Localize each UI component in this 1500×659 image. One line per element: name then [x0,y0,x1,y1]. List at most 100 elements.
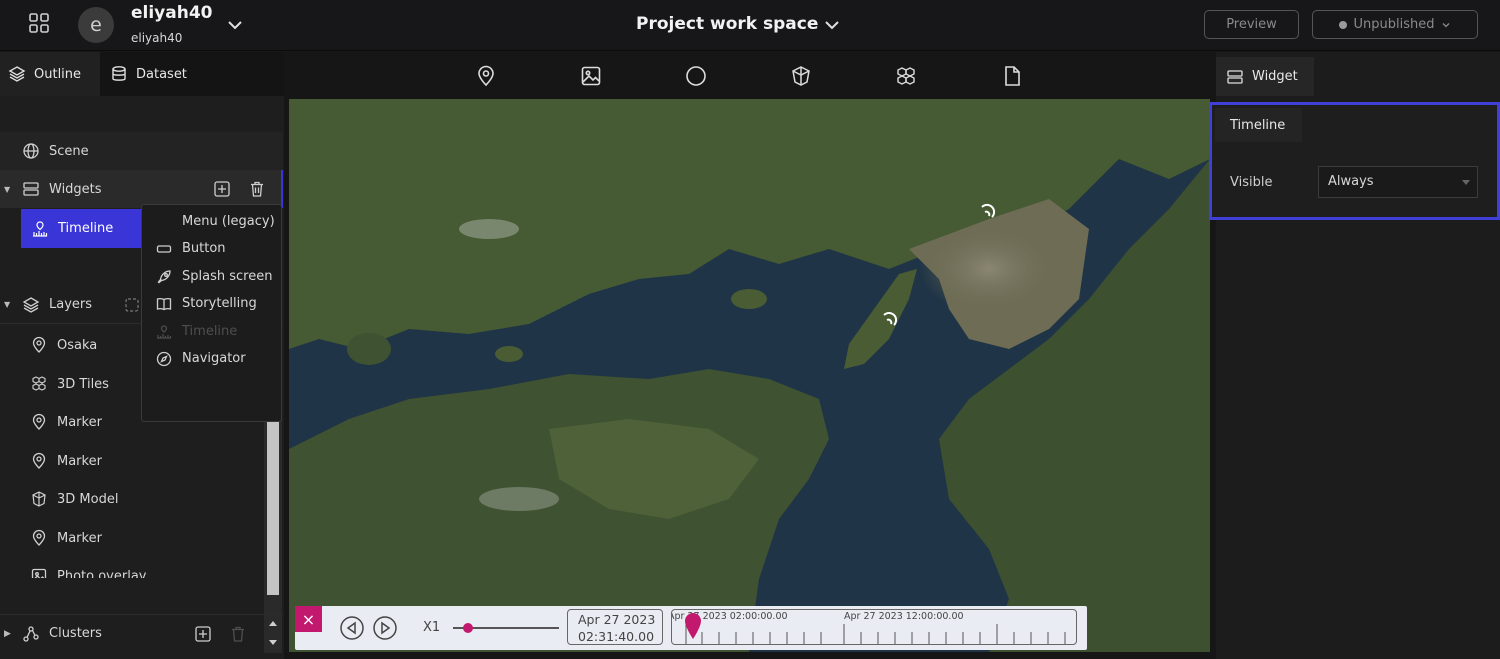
layer-list-clip: Photo overlay [0,557,264,578]
layers-icon [22,296,40,313]
menu-item-storytelling[interactable]: Storytelling [142,290,283,317]
caret-down-icon[interactable]: ▼ [4,185,10,194]
menu-item-label: Splash screen [182,269,273,284]
layer-group-icon[interactable] [124,297,140,313]
play-icon[interactable] [372,615,398,641]
layers-icon [8,66,26,82]
visible-select-value: Always [1328,174,1374,189]
3d-model-icon[interactable] [789,64,813,88]
widgets-label: Widgets [49,181,102,197]
rocket-icon [157,269,171,283]
caret-right-icon[interactable]: ▶ [4,629,11,639]
layer-item[interactable]: Marker [0,519,283,557]
dropdown-arrow-icon [1462,180,1470,185]
menu-item-menu-legacy[interactable]: Menu (legacy) [142,208,283,235]
visible-select[interactable]: Always [1318,166,1478,198]
layers-label: Layers [49,297,93,312]
image-icon[interactable] [579,64,603,88]
image-icon [31,568,47,578]
menu-item-label: Navigator [182,351,246,366]
chevron-down-icon [1443,22,1450,27]
layer-toolbar [284,52,1210,99]
layer-item[interactable]: 3D Model [0,480,283,518]
tab-timeline[interactable]: Timeline [1215,108,1302,142]
menu-item-navigator[interactable]: Navigator [142,345,283,372]
trash-icon[interactable] [229,625,247,643]
tab-dataset-label: Dataset [136,66,187,82]
layer-item-label: Marker [57,530,102,546]
menu-item-splash-screen[interactable]: Splash screen [142,263,283,290]
trash-icon[interactable] [248,180,266,198]
marker-icon [32,529,46,546]
visible-label: Visible [1230,175,1273,190]
current-datetime: Apr 27 2023 02:31:40.00 [567,609,663,645]
chevron-down-icon[interactable] [822,15,842,35]
widgets-section-header[interactable]: ▼ Widgets [0,170,283,208]
publish-status-button[interactable]: Unpublished [1312,10,1478,39]
tab-widget[interactable]: Widget [1216,57,1314,96]
right-panel: Widget Timeline Visible Always [1209,52,1500,659]
add-cluster-icon[interactable] [194,625,212,643]
globe-icon [23,143,39,159]
cluster-icon [23,625,39,642]
timeline-playhead-icon[interactable] [684,612,702,640]
left-panel: Outline Dataset Scene ▼ Widgets Timeline… [0,52,284,659]
menu-item-label: Menu (legacy) [182,214,275,229]
current-date: Apr 27 2023 [578,612,656,627]
map-viewport[interactable]: × X1 Apr 27 2023 02:31:40.00 Apr 27 2023… [289,99,1210,652]
speed-slider[interactable] [453,618,559,638]
timeline-icon [157,324,172,339]
status-dot-icon [1338,20,1347,29]
clusters-section-header[interactable]: ▶ Clusters [0,614,283,653]
preview-button[interactable]: Preview [1204,10,1299,39]
scroll-down-icon[interactable] [269,640,277,646]
scene-label: Scene [49,143,89,159]
marker-icon [32,336,46,353]
project-title[interactable]: Project work space [636,14,818,34]
timeline-scale[interactable]: Apr 27 2023 02:00:00.00 Apr 27 2023 12:0… [671,609,1077,645]
book-icon [156,297,172,310]
add-widget-menu: Menu (legacy) Button Splash screen Story… [141,204,282,422]
timeline-close-button[interactable]: × [295,606,322,632]
speed-label: X1 [423,620,441,635]
current-time: 02:31:40.00 [578,629,655,644]
layer-item[interactable]: Photo overlay [0,557,264,578]
layer-item-label: Marker [57,453,102,469]
avatar[interactable]: e [78,7,114,43]
tab-outline[interactable]: Outline [0,52,100,96]
file-icon[interactable] [1000,64,1024,88]
widget-icon [23,182,39,196]
timeline-widget: × X1 Apr 27 2023 02:31:40.00 Apr 27 2023… [295,606,1087,650]
clusters-scrollbar[interactable] [264,615,282,653]
menu-item-label: Timeline [182,324,238,339]
add-widget-icon[interactable] [213,180,231,198]
scroll-up-icon[interactable] [269,621,277,627]
compass-icon [156,351,172,366]
layer-item[interactable]: Marker [0,442,283,480]
marker-icon [32,413,46,430]
app-grid-icon[interactable] [27,11,51,35]
speed-slider-thumb[interactable] [463,623,473,633]
workspace-subtitle: eliyah40 [131,31,183,45]
publish-status-label: Unpublished [1353,17,1435,32]
widget-item-timeline-label: Timeline [58,221,114,236]
menu-item-label: Storytelling [182,296,257,311]
menu-item-label: Button [182,241,226,256]
left-panel-tabs: Outline Dataset [0,52,284,96]
3d-model-icon [32,491,46,507]
scene-item[interactable]: Scene [0,132,283,170]
menu-item-timeline: Timeline [142,318,283,345]
workspace-name[interactable]: eliyah40 [131,3,213,23]
marker-icon[interactable] [474,64,498,88]
tab-outline-label: Outline [34,66,82,82]
tab-dataset[interactable]: Dataset [102,52,212,96]
layer-item-label: 3D Model [57,491,119,507]
caret-down-icon[interactable]: ▼ [4,300,10,309]
3d-tiles-icon[interactable] [894,64,918,88]
menu-item-button[interactable]: Button [142,235,283,262]
widget-icon [1227,69,1243,84]
play-reverse-icon[interactable] [339,615,365,641]
chevron-down-icon[interactable] [225,15,245,35]
sphere-icon[interactable] [684,64,708,88]
marker-icon [32,452,46,469]
